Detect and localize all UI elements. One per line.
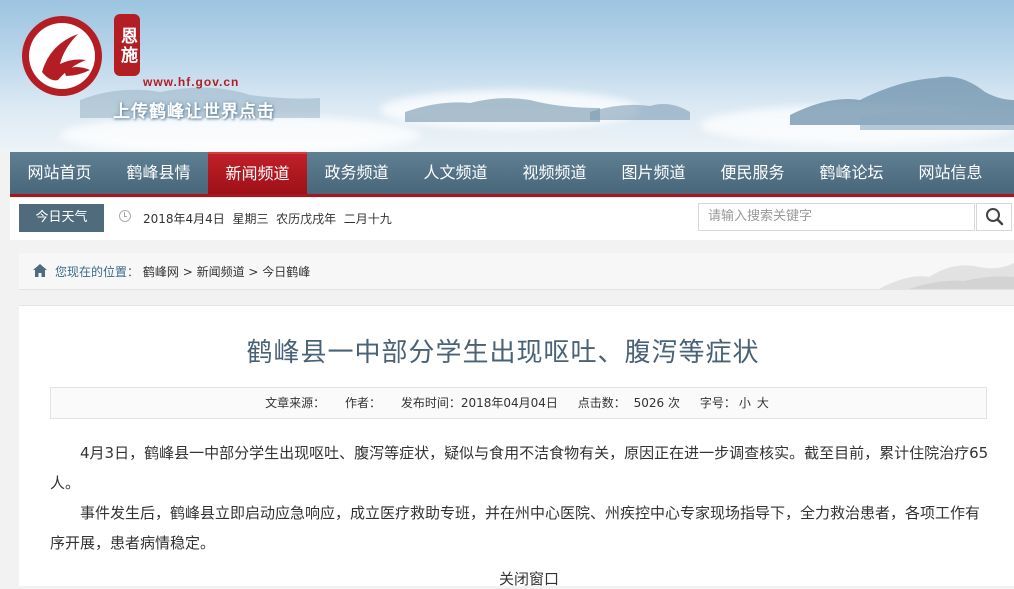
breadcrumb-separator: > [248, 265, 263, 279]
nav-item-news[interactable]: 新闻频道 [208, 152, 307, 196]
search-icon [986, 208, 1004, 226]
search-button[interactable] [976, 203, 1012, 231]
weather-tab[interactable]: 今日天气 [19, 204, 104, 232]
info-bar: 今日天气 2018年4月4日 星期三 农历戊戌年 二月十九 请输入搜索关键字 [10, 198, 1014, 240]
nav-item-forum[interactable]: 鹤峰论坛 [802, 152, 901, 196]
article-panel: 鹤峰县一中部分学生出现呕吐、腹泻等症状 文章来源： 作者： 发布时间：2018年… [19, 305, 1014, 589]
breadcrumb-item-news[interactable]: 新闻频道 [197, 265, 245, 279]
meta-font-size: 字号：小大 [700, 396, 772, 410]
meta-clicks: 点击数： 5026 次 [578, 396, 680, 410]
site-url: www.hf.gov.cn [143, 75, 240, 89]
search-input[interactable]: 请输入搜索关键字 [698, 203, 975, 231]
breadcrumb-item-today[interactable]: 今日鹤峰 [262, 265, 310, 279]
font-size-small-button[interactable]: 小 [739, 396, 751, 410]
header-banner: 恩施 www.hf.gov.cn 上传鹤峰让世界点击 [0, 0, 1014, 152]
nav-divider [10, 194, 1014, 197]
nav-item-culture[interactable]: 人文频道 [406, 152, 505, 196]
breadcrumb-decoration [879, 263, 1014, 289]
home-icon [33, 264, 47, 277]
meta-source: 文章来源： [265, 396, 326, 410]
article-body: 4月3日，鹤峰县一中部分学生出现呕吐、腹泻等症状，疑似与食用不洁食物有关，原因正… [50, 438, 990, 558]
font-size-label: 字号： [699, 396, 736, 410]
nav-item-pictures[interactable]: 图片频道 [604, 152, 703, 196]
article-paragraph: 事件发生后，鹤峰县立即启动应急响应，成立医疗救助专班，并在州中心医院、州疾控中心… [50, 504, 981, 552]
clock-icon [119, 210, 131, 222]
breadcrumb-item-home[interactable]: 鹤峰网 [143, 265, 179, 279]
nav-item-government[interactable]: 政务频道 [307, 152, 406, 196]
breadcrumb-trail: 您现在的位置： 鹤峰网 > 新闻频道 > 今日鹤峰 [55, 263, 310, 280]
breadcrumb-separator: > [182, 265, 197, 279]
breadcrumb-label: 您现在的位置： [55, 265, 140, 279]
meta-clicks-label: 点击数： [577, 396, 626, 410]
meta-author: 作者： [344, 396, 381, 410]
site-slogan: 上传鹤峰让世界点击 [113, 102, 275, 122]
nav-item-video[interactable]: 视频频道 [505, 152, 604, 196]
logo-badge: 恩施 [114, 14, 140, 76]
meta-clicks-value: 5026 [633, 396, 665, 410]
enshi-logo-icon [22, 16, 102, 96]
article-title: 鹤峰县一中部分学生出现呕吐、腹泻等症状 [246, 338, 760, 368]
nav-item-site-info[interactable]: 网站信息 [901, 152, 1000, 196]
article-paragraph: 4月3日，鹤峰县一中部分学生出现呕吐、腹泻等症状，疑似与食用不洁食物有关，原因正… [50, 444, 989, 492]
breadcrumb: 您现在的位置： 鹤峰网 > 新闻频道 > 今日鹤峰 [19, 253, 1014, 290]
meta-clicks-unit: 次 [667, 396, 680, 410]
date-text: 2018年4月4日 星期三 农历戊戌年 二月十九 [143, 212, 392, 226]
nav-item-services[interactable]: 便民服务 [703, 152, 802, 196]
nav-item-county-info[interactable]: 鹤峰县情 [109, 152, 208, 196]
meta-published: 发布时间：2018年04月04日 [400, 396, 558, 410]
nav-item-home[interactable]: 网站首页 [10, 152, 109, 196]
font-size-large-button[interactable]: 大 [757, 396, 769, 410]
article-meta: 文章来源： 作者： 发布时间：2018年04月04日 点击数： 5026 次 字… [50, 387, 987, 419]
close-window-link[interactable]: 关闭窗口 [499, 568, 559, 589]
main-nav: 网站首页 鹤峰县情 新闻频道 政务频道 人文频道 视频频道 图片频道 便民服务 … [10, 152, 1014, 196]
